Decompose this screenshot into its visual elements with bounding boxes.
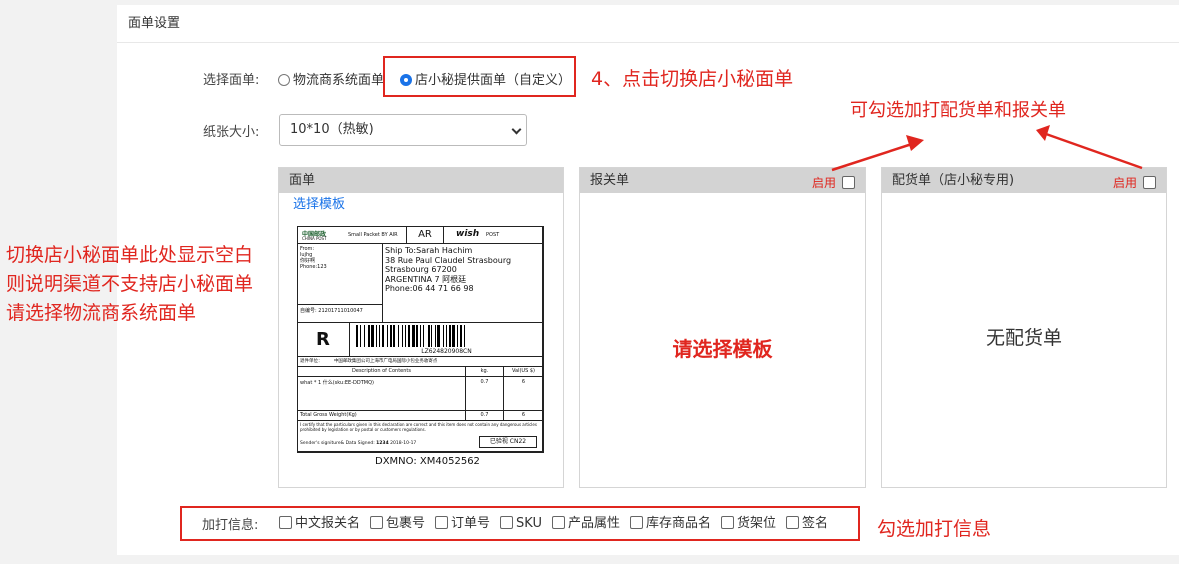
arrow-line-picking [1045, 132, 1143, 170]
annotation-arrows [831, 125, 1143, 172]
arrow-head-customs [906, 135, 924, 151]
arrow-line-customs [831, 141, 916, 172]
arrow-head-picking [1036, 125, 1050, 141]
